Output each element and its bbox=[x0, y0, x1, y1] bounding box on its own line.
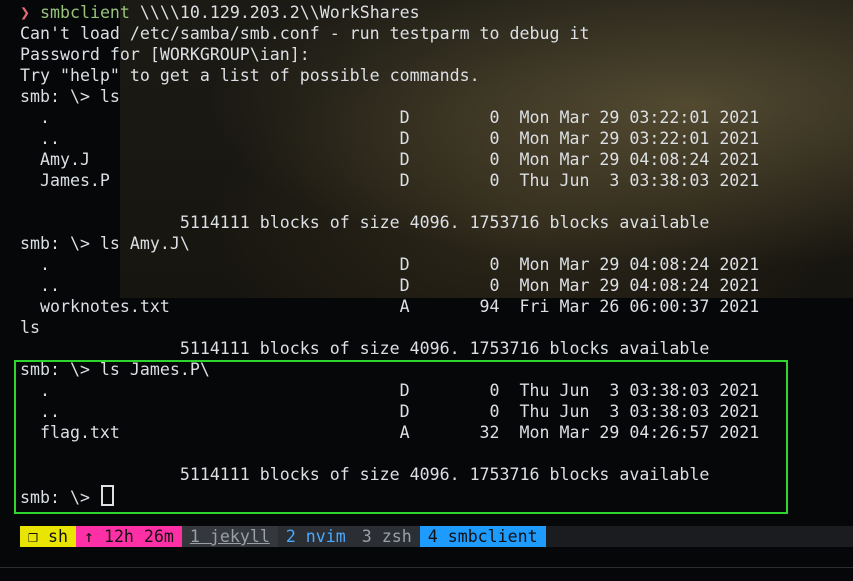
listing-row: .. D 0 Mon Mar 29 03:22:01 2021 bbox=[20, 129, 760, 148]
prompt-arrow-icon: ❯ bbox=[20, 3, 30, 22]
highlight-box bbox=[14, 360, 788, 514]
window-tab-jekyll[interactable]: 1 jekyll bbox=[181, 526, 278, 547]
output-line: Try "help" to get a list of possible com… bbox=[20, 66, 480, 85]
output-line: Password for [WORKGROUP\ian]: bbox=[20, 45, 310, 64]
uptime-indicator: ↑ 12h 26m bbox=[75, 526, 182, 547]
listing-row: James.P D 0 Thu Jun 3 03:38:03 2021 bbox=[20, 171, 760, 190]
command-name: smbclient bbox=[40, 3, 130, 22]
blocks-summary: 5114111 blocks of size 4096. 1753716 blo… bbox=[20, 339, 710, 358]
smb-prompt-line: smb: \> ls bbox=[20, 87, 120, 106]
listing-row: . D 0 Mon Mar 29 03:22:01 2021 bbox=[20, 108, 760, 127]
window-tab-smbclient[interactable]: 4 smbclient bbox=[419, 526, 546, 547]
session-indicator: ❐ sh bbox=[20, 526, 76, 547]
terminal-window[interactable]: ❯ smbclient \\\\10.129.203.2\\WorkShares… bbox=[0, 0, 853, 581]
window-tab-zsh[interactable]: 3 zsh bbox=[353, 526, 420, 547]
output-line: ls bbox=[20, 318, 40, 337]
tmux-status-bar: ❐ sh ↑ 12h 26m 1 jekyll 2 nvim 3 zsh 4 s… bbox=[20, 526, 853, 547]
command-args: \\\\10.129.203.2\\WorkShares bbox=[129, 3, 420, 22]
listing-row: worknotes.txt A 94 Fri Mar 26 06:00:37 2… bbox=[20, 297, 760, 316]
window-frame-bottom bbox=[0, 567, 853, 581]
listing-row: Amy.J D 0 Mon Mar 29 04:08:24 2021 bbox=[20, 150, 760, 169]
listing-row: . D 0 Mon Mar 29 04:08:24 2021 bbox=[20, 255, 760, 274]
smb-prompt-line: smb: \> ls Amy.J\ bbox=[20, 234, 190, 253]
output-line: Can't load /etc/samba/smb.conf - run tes… bbox=[20, 24, 590, 43]
window-tab-nvim[interactable]: 2 nvim bbox=[277, 526, 354, 547]
command-line: ❯ smbclient \\\\10.129.203.2\\WorkShares bbox=[20, 2, 759, 23]
blocks-summary: 5114111 blocks of size 4096. 1753716 blo… bbox=[20, 213, 710, 232]
listing-row: .. D 0 Mon Mar 29 04:08:24 2021 bbox=[20, 276, 760, 295]
